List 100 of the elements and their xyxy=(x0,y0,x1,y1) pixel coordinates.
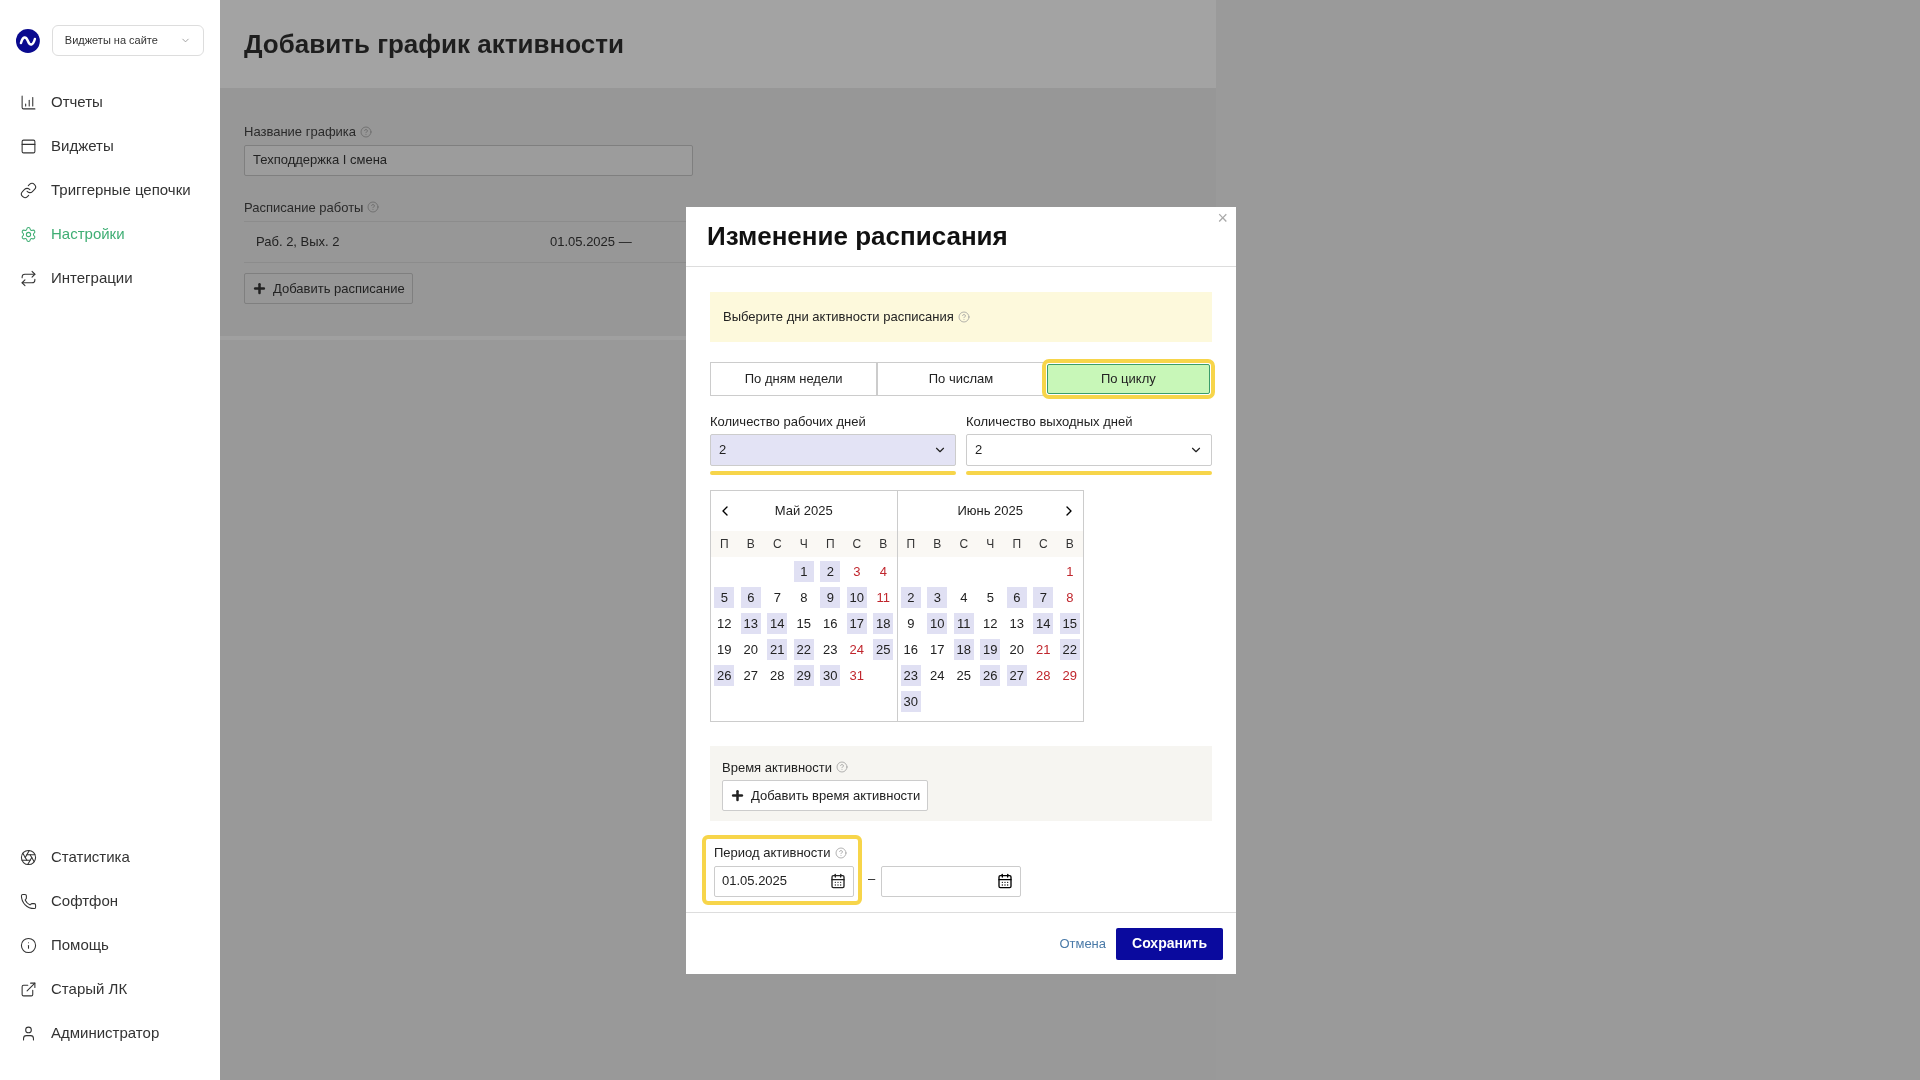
mode-tab[interactable]: По дням недели xyxy=(710,362,878,396)
calendar-day[interactable]: 1 xyxy=(793,561,814,582)
calendar-day[interactable]: 26 xyxy=(714,665,735,686)
cancel-link[interactable]: Отмена xyxy=(1059,933,1107,954)
help-icon[interactable] xyxy=(836,761,849,774)
calendar-day[interactable]: 29 xyxy=(793,665,814,686)
month-title: Июнь 2025 xyxy=(957,501,1024,520)
help-icon[interactable] xyxy=(957,311,970,323)
mode-tab[interactable]: По числам xyxy=(877,362,1045,396)
mode-tab[interactable]: По циклу xyxy=(1046,364,1210,394)
calendar-day[interactable]: 17 xyxy=(927,639,948,660)
calendar-day[interactable]: 30 xyxy=(900,691,921,712)
calendar-day[interactable]: 10 xyxy=(927,613,948,634)
count-select[interactable]: 2 xyxy=(710,433,956,466)
help-icon[interactable] xyxy=(360,125,373,138)
calendar-day[interactable]: 11 xyxy=(873,587,894,608)
calendar-day[interactable]: 4 xyxy=(873,561,894,582)
calendar-day[interactable]: 12 xyxy=(980,613,1001,634)
calendar-day[interactable]: 21 xyxy=(1033,639,1054,660)
logo-icon[interactable] xyxy=(16,28,40,53)
help-icon[interactable] xyxy=(834,846,847,859)
calendar-day[interactable]: 2 xyxy=(900,587,921,608)
calendar-day[interactable]: 16 xyxy=(900,639,921,660)
add-time-button[interactable]: Добавить время активности xyxy=(722,780,929,811)
calendar-day[interactable]: 8 xyxy=(1059,587,1080,608)
calendar-day[interactable]: 22 xyxy=(793,639,814,660)
date-field[interactable] xyxy=(881,865,1022,897)
add-schedule-button[interactable]: Добавить расписание xyxy=(244,273,413,304)
calendar-day[interactable]: 24 xyxy=(927,665,948,686)
calendar-day[interactable]: 21 xyxy=(767,639,788,660)
count-select[interactable]: 2 xyxy=(966,433,1212,466)
calendar-day[interactable]: 10 xyxy=(846,587,867,608)
calendar-day[interactable]: 16 xyxy=(820,613,841,634)
site-select[interactable]: Виджеты на сайте xyxy=(51,25,204,56)
calendar-day[interactable]: 8 xyxy=(793,587,814,608)
calendar-day[interactable]: 28 xyxy=(1033,665,1054,686)
calendar-day[interactable]: 14 xyxy=(767,613,788,634)
calendar-day[interactable]: 20 xyxy=(1006,639,1027,660)
calendar-day[interactable]: 19 xyxy=(980,639,1001,660)
calendar-day[interactable]: 13 xyxy=(740,613,761,634)
calendar-day[interactable]: 5 xyxy=(980,587,1001,608)
save-button[interactable]: Сохранить xyxy=(1116,927,1223,960)
nav-item[interactable]: Отчеты xyxy=(0,80,220,124)
calendar-day[interactable]: 29 xyxy=(1059,665,1080,686)
aperture-icon xyxy=(20,848,37,866)
calendar-day[interactable]: 9 xyxy=(900,613,921,634)
calendar-day[interactable]: 6 xyxy=(740,587,761,608)
nav-item[interactable]: Помощь xyxy=(0,923,220,967)
calendar-day[interactable]: 11 xyxy=(953,613,974,634)
calendar-day[interactable]: 17 xyxy=(846,613,867,634)
chart-icon xyxy=(20,93,37,111)
calendar-day[interactable]: 30 xyxy=(820,665,841,686)
calendar-day[interactable]: 1 xyxy=(1059,561,1080,582)
link-icon xyxy=(20,181,37,199)
calendar-day[interactable]: 14 xyxy=(1033,613,1054,634)
weekday-label: Ч xyxy=(798,535,809,553)
calendar-day[interactable]: 15 xyxy=(793,613,814,634)
field-label: Название графика xyxy=(244,123,357,141)
calendar-day[interactable]: 27 xyxy=(1006,665,1027,686)
calendar-day[interactable]: 4 xyxy=(953,587,974,608)
calendar-day[interactable]: 28 xyxy=(767,665,788,686)
calendar-day[interactable]: 13 xyxy=(1006,613,1027,634)
calendar-day[interactable]: 6 xyxy=(1006,587,1027,608)
nav-item[interactable]: Триггерные цепочки xyxy=(0,168,220,212)
calendar-day[interactable]: 12 xyxy=(714,613,735,634)
nav-item[interactable]: Статистика xyxy=(0,835,220,879)
calendar-day[interactable]: 20 xyxy=(740,639,761,660)
calendar-day[interactable]: 3 xyxy=(846,561,867,582)
calendar-day[interactable]: 9 xyxy=(820,587,841,608)
nav-item[interactable]: Администратор xyxy=(0,1011,220,1055)
calendar-day[interactable]: 7 xyxy=(1033,587,1054,608)
calendar-day[interactable]: 26 xyxy=(980,665,1001,686)
calendar-day[interactable]: 15 xyxy=(1059,613,1080,634)
calendar-day[interactable]: 23 xyxy=(900,665,921,686)
calendar-day[interactable]: 25 xyxy=(873,639,894,660)
name-input[interactable]: Техподдержка I смена xyxy=(244,144,693,176)
weekday-label: П xyxy=(824,535,836,553)
nav-item[interactable]: Интеграции xyxy=(0,256,220,300)
calendar-day[interactable]: 22 xyxy=(1059,639,1080,660)
calendar-day[interactable]: 7 xyxy=(767,587,788,608)
arrows-icon xyxy=(20,269,37,287)
calendar-day[interactable]: 23 xyxy=(820,639,841,660)
calendar-day[interactable]: 2 xyxy=(820,561,841,582)
nav-item[interactable]: Софтфон xyxy=(0,879,220,923)
nav-item[interactable]: Виджеты xyxy=(0,124,220,168)
weekday-label: В xyxy=(878,535,889,553)
calendar-day[interactable]: 25 xyxy=(953,665,974,686)
calendar-day[interactable]: 27 xyxy=(740,665,761,686)
help-icon[interactable] xyxy=(367,201,380,214)
calendar-day[interactable]: 19 xyxy=(714,639,735,660)
calendar-day[interactable]: 18 xyxy=(953,639,974,660)
calendar-day[interactable]: 31 xyxy=(846,665,867,686)
calendar-day[interactable]: 3 xyxy=(927,587,948,608)
field-label: Время активности xyxy=(722,758,833,777)
nav-item[interactable]: Старый ЛК xyxy=(0,967,220,1011)
weekday-label: П xyxy=(1011,535,1023,553)
calendar-day[interactable]: 5 xyxy=(714,587,735,608)
date-field[interactable]: 01.05.2025 xyxy=(714,865,854,897)
calendar-day[interactable]: 24 xyxy=(846,639,867,660)
calendar-day[interactable]: 18 xyxy=(873,613,894,634)
